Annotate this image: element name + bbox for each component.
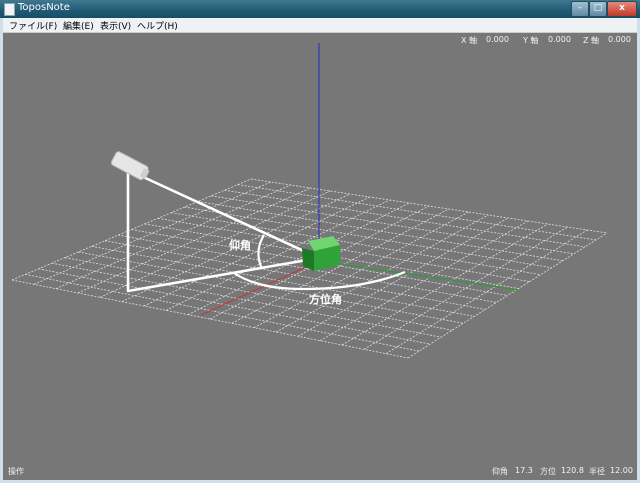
grid-line [319, 220, 529, 342]
elevation-triangle [126, 168, 321, 293]
grid-line [197, 201, 563, 262]
window-title: ToposNote [18, 2, 70, 13]
menu-view[interactable]: 表示(V) [100, 19, 131, 32]
radius-status-value: 12.00 [610, 466, 633, 475]
grid-line [297, 217, 509, 337]
3d-viewport[interactable]: 仰角 方位角 X 軸 0.000 Y 軸 0.000 Z 軸 0.000 [3, 33, 637, 480]
minimize-icon[interactable]: – [571, 1, 589, 17]
app-icon[interactable] [4, 3, 15, 16]
x-axis-value: 0.000 [486, 35, 509, 44]
y-axis-label: Y 軸 [523, 36, 539, 45]
grid-line [275, 214, 489, 333]
elevation-status-label: 仰角 [492, 467, 508, 476]
menu-bar: ファイル(F) 編集(E) 表示(V) ヘルプ(H) [3, 18, 637, 33]
menu-file[interactable]: ファイル(F) [9, 19, 57, 32]
menu-help[interactable]: ヘルプ(H) [137, 19, 178, 32]
close-icon[interactable]: x [607, 1, 637, 17]
grid-line [184, 206, 552, 269]
menu-edit[interactable]: 編集(E) [63, 19, 94, 32]
azimuth-arc [233, 270, 406, 291]
elevation-arc [257, 234, 265, 270]
grid-line [341, 223, 548, 346]
y-axis-value: 0.000 [548, 35, 571, 44]
status-bar: 操作 仰角 17.3 方位 120.8 半径 12.00 [3, 464, 637, 480]
grid-line [250, 178, 608, 234]
z-axis-label: Z 軸 [583, 36, 600, 45]
elevation-status-value: 17.3 [515, 466, 533, 475]
mode-status: 操作 [8, 467, 24, 476]
azimuth-status-label: 方位 [540, 467, 556, 476]
target-cube[interactable] [302, 236, 340, 271]
azimuth-status-value: 120.8 [561, 466, 584, 475]
grid-line [253, 211, 469, 329]
radius-status-label: 半径 [589, 467, 605, 476]
z-axis-value: 0.000 [608, 35, 631, 44]
grid-line [171, 212, 541, 276]
scene-canvas[interactable]: 仰角 方位角 [3, 33, 637, 480]
camera-icon[interactable] [110, 151, 151, 182]
x-axis-label: X 軸 [461, 36, 478, 45]
title-bar[interactable]: ToposNote – □ x [0, 0, 640, 18]
azimuth-label: 方位角 [309, 292, 342, 306]
app-window: ToposNote – □ x ファイル(F) 編集(E) 表示(V) ヘルプ(… [0, 0, 640, 483]
elevation-label: 仰角 [229, 238, 251, 252]
maximize-icon[interactable]: □ [589, 1, 607, 17]
